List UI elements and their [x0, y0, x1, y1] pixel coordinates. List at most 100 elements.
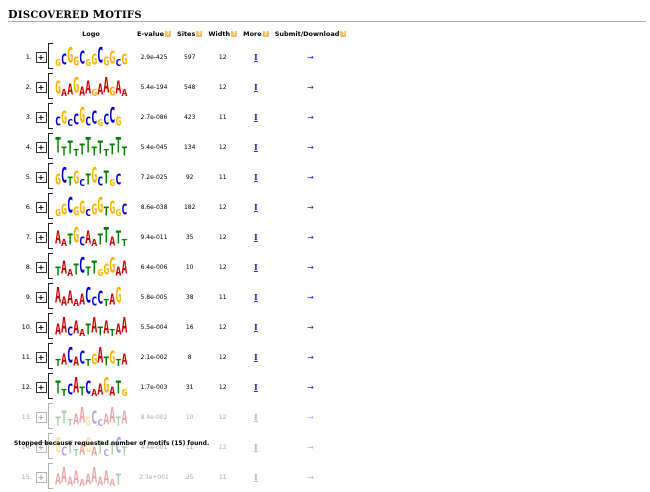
help-icon[interactable]: ?: [231, 31, 238, 37]
expand-toggle[interactable]: +: [35, 111, 47, 123]
motif-number: 2.: [25, 83, 32, 91]
more-link[interactable]: I: [254, 442, 258, 452]
motif-row: 8. + T A A T C T T G G G A A 6.4e-006 10 12 I →: [12, 252, 349, 282]
width-cell: 12: [218, 323, 227, 331]
width-cell: 11: [218, 473, 227, 481]
submit-download-link[interactable]: →: [307, 293, 314, 302]
logo-letter: A: [121, 352, 128, 369]
evalue-cell: 1.7e-003: [140, 383, 168, 391]
help-icon[interactable]: ?: [340, 31, 347, 37]
motif-row: 10. + A A C A A T A T A T A A 5.5e-004 16 12 I →: [12, 312, 349, 342]
motif-logo: TACACTGATGTA: [48, 343, 134, 369]
submit-download-link[interactable]: →: [307, 263, 314, 272]
more-link[interactable]: I: [254, 322, 258, 332]
evalue-cell: 5.8e-005: [140, 293, 168, 301]
logo-letter: C: [115, 172, 122, 189]
help-icon[interactable]: ?: [262, 31, 269, 37]
width-cell: 11: [218, 173, 227, 181]
logo-letter: T: [121, 445, 128, 459]
logo-axis: [48, 163, 53, 189]
more-link[interactable]: I: [254, 412, 258, 422]
more-link[interactable]: I: [254, 352, 258, 362]
more-link[interactable]: I: [254, 142, 258, 152]
help-icon[interactable]: ?: [165, 31, 172, 37]
submit-download-link[interactable]: →: [307, 473, 314, 482]
help-icon[interactable]: ?: [196, 31, 203, 37]
sites-cell: 25: [185, 473, 194, 481]
submit-download-link[interactable]: →: [307, 383, 314, 392]
more-link[interactable]: I: [254, 202, 258, 212]
more-link[interactable]: I: [254, 172, 258, 182]
motif-number: 10.: [21, 323, 32, 331]
expand-toggle[interactable]: +: [35, 81, 47, 93]
logo-axis: [48, 403, 53, 429]
logo-axis: [48, 283, 53, 309]
motifs-table: Logo E-value? Sites? Width? More? Submit…: [12, 26, 349, 492]
logo-letter: A: [121, 315, 128, 339]
submit-download-link[interactable]: →: [307, 353, 314, 362]
sites-cell: 10: [185, 263, 194, 271]
logo-header: Logo: [82, 30, 100, 38]
motif-logo: GGCGGCGGTGGC: [48, 193, 134, 219]
more-link[interactable]: I: [254, 52, 258, 62]
more-link[interactable]: I: [254, 472, 258, 482]
expand-toggle[interactable]: +: [35, 291, 47, 303]
submit-download-link[interactable]: →: [307, 233, 314, 242]
motif-row: 1. + G C G G C G G C G G C G 2.9e-425 597 12 I →: [12, 42, 349, 72]
motif-row: 3. + C G C C G C C G C C G 2.7e-086 423 11 I →: [12, 102, 349, 132]
more-link[interactable]: I: [254, 262, 258, 272]
evalue-cell: 2.9e-425: [140, 53, 168, 61]
submit-download-link[interactable]: →: [307, 83, 314, 92]
more-link[interactable]: I: [254, 82, 258, 92]
expand-toggle[interactable]: +: [35, 321, 47, 333]
more-link[interactable]: I: [254, 292, 258, 302]
logo-letter: A: [121, 88, 128, 99]
more-link[interactable]: I: [254, 382, 258, 392]
submit-download-link[interactable]: →: [307, 113, 314, 122]
submit-download-link[interactable]: →: [307, 173, 314, 182]
logo-axis: [48, 223, 53, 249]
motif-row: 12. + T T C A T C A A G A T G 1.7e-003 31 12 I →: [12, 372, 349, 402]
more-link[interactable]: I: [254, 232, 258, 242]
expand-toggle[interactable]: +: [35, 201, 47, 213]
motif-number: 7.: [25, 233, 32, 241]
logo-axis: [48, 43, 53, 69]
submit-download-link[interactable]: →: [307, 323, 314, 332]
expand-toggle[interactable]: +: [35, 381, 47, 393]
submit-download-link[interactable]: →: [307, 413, 314, 422]
logo-letter: A: [121, 409, 128, 429]
sites-cell: 182: [183, 203, 196, 211]
motif-number: 9.: [25, 293, 32, 301]
expand-toggle[interactable]: +: [35, 411, 47, 423]
evalue-cell: 8.6e-038: [140, 203, 168, 211]
more-link[interactable]: I: [254, 112, 258, 122]
width-cell: 12: [218, 443, 227, 451]
motif-row: 2. + G A A G A A G A A G A A 5.4e-194 548 12 I →: [12, 72, 349, 102]
logo-letter: T: [121, 238, 128, 249]
submit-download-link[interactable]: →: [307, 143, 314, 152]
motif-number: 14.: [21, 443, 32, 451]
section-title: DISCOVERED MOTIFS: [8, 8, 142, 21]
width-cell: 11: [218, 293, 227, 301]
width-cell: 12: [218, 53, 227, 61]
submit-download-link[interactable]: →: [307, 53, 314, 62]
expand-toggle[interactable]: +: [35, 51, 47, 63]
motif-logo: AATGCAATTATT: [48, 223, 134, 249]
logo-letter: T: [115, 472, 122, 489]
expand-toggle[interactable]: +: [35, 171, 47, 183]
expand-toggle[interactable]: +: [35, 351, 47, 363]
expand-toggle[interactable]: +: [35, 471, 47, 483]
motif-logo: GCTTAGATCTCT: [48, 433, 134, 459]
evalue-cell: 2.1e-002: [140, 353, 168, 361]
expand-toggle[interactable]: +: [35, 261, 47, 273]
evalue-cell: 2.3e+001: [139, 473, 169, 481]
motif-number: 15.: [21, 473, 32, 481]
motif-row: 6. + G G C G G C G G T G G C 8.6e-038 182 12 I →: [12, 192, 349, 222]
expand-toggle[interactable]: +: [35, 141, 47, 153]
motif-number: 11.: [21, 353, 32, 361]
expand-toggle[interactable]: +: [35, 231, 47, 243]
logo-axis: [48, 313, 53, 339]
submit-download-link[interactable]: →: [307, 203, 314, 212]
submit-download-link[interactable]: →: [307, 443, 314, 452]
motif-number: 5.: [25, 173, 32, 181]
